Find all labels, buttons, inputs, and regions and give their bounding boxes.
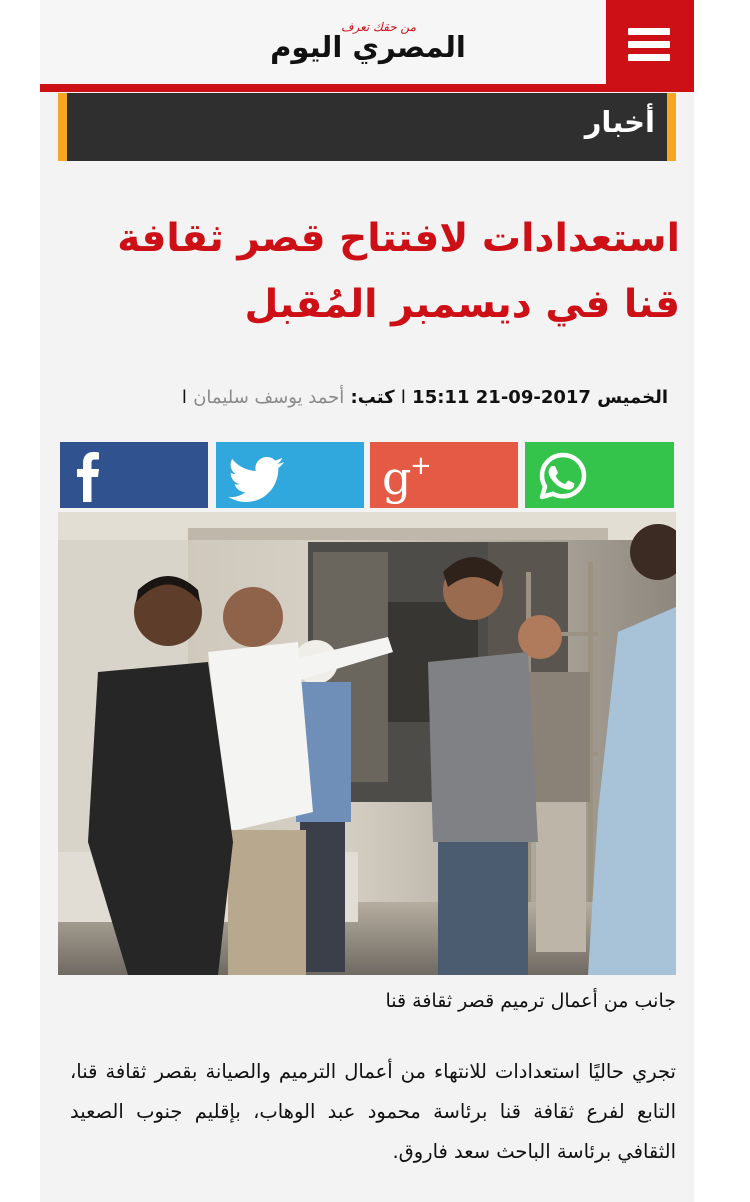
article-meta: الخميس 2017-09-21 15:11 ا كتب: أحمد يوسف… [70, 387, 668, 408]
article-body: تجري حاليًا استعدادات للانتهاء من أعمال … [70, 1060, 676, 1163]
section-bar: أخبار [58, 93, 676, 161]
site-logo[interactable]: من حقك تعرف المصري اليوم [268, 16, 468, 72]
meta-separator-end: ا [181, 387, 187, 408]
logo-wordmark: المصري اليوم [270, 30, 467, 64]
article-page: من حقك تعرف المصري اليوم أخبار استعدادات… [40, 0, 694, 1202]
share-whatsapp-button[interactable] [525, 442, 674, 508]
article-title: استعدادات لافتتاح قصر ثقافة قنا في ديسمب… [117, 216, 680, 327]
svg-text:g: g [382, 451, 411, 505]
twitter-icon [228, 457, 284, 502]
share-twitter-button[interactable] [216, 442, 364, 508]
site-header: من حقك تعرف المصري اليوم [40, 0, 694, 92]
share-facebook-button[interactable] [60, 442, 208, 508]
byline-label: كتب: [350, 387, 395, 408]
header-divider [40, 84, 694, 92]
article-day: الخميس [597, 387, 668, 408]
article-author[interactable]: أحمد يوسف سليمان [193, 387, 344, 408]
image-caption: جانب من أعمال ترميم قصر ثقافة قنا [385, 990, 676, 1012]
meta-separator: ا [400, 387, 406, 408]
whatsapp-icon [539, 452, 587, 500]
share-googleplus-button[interactable]: g + [370, 442, 518, 508]
article-time: 15:11 [412, 387, 470, 408]
facebook-icon [77, 452, 99, 502]
article-photo [58, 512, 676, 975]
article-image[interactable] [58, 512, 676, 975]
article-date: 2017-09-21 [475, 387, 591, 408]
menu-button[interactable] [606, 0, 694, 88]
svg-text:+: + [410, 451, 432, 481]
share-bar: g + [60, 442, 674, 508]
section-title[interactable]: أخبار [585, 105, 655, 139]
google-plus-icon: g + [382, 451, 432, 505]
